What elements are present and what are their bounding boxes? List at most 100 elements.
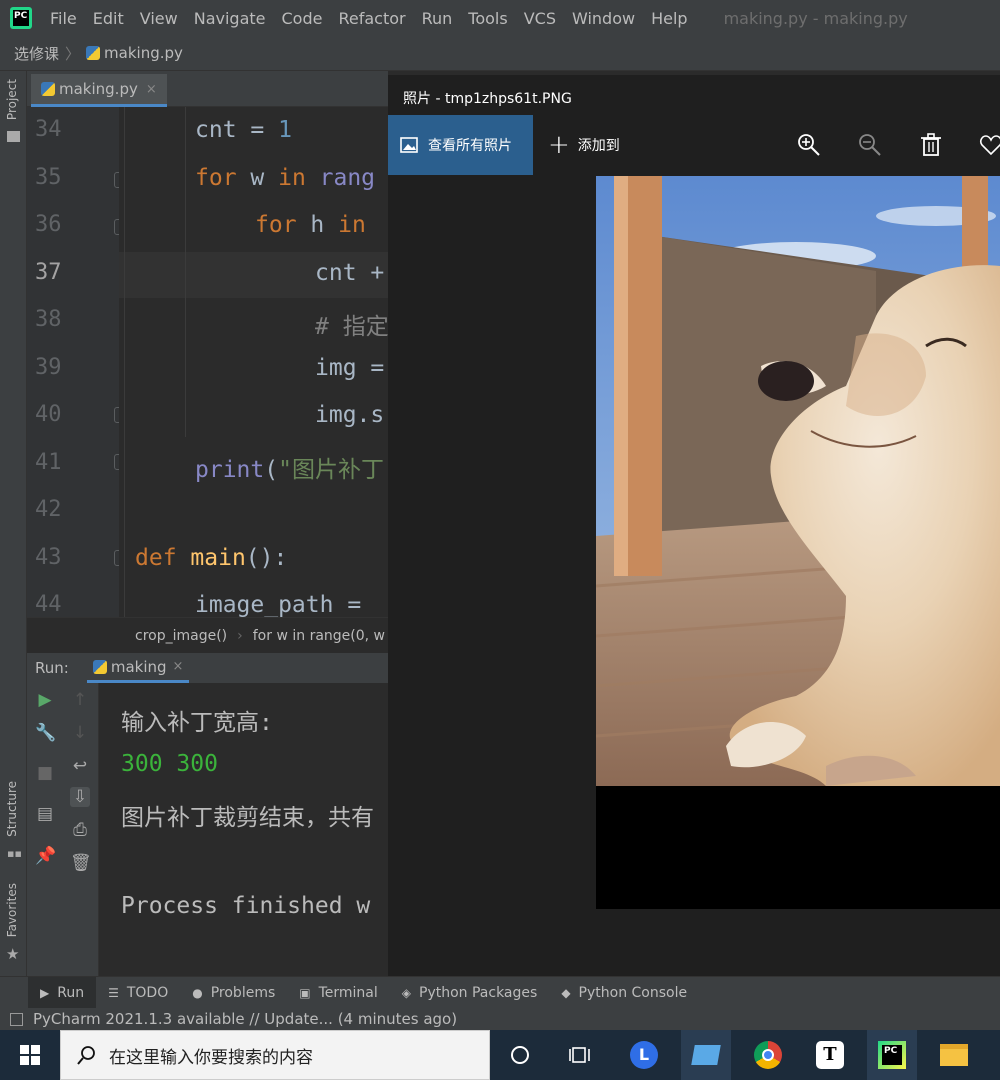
pin-icon[interactable]: 📌	[35, 846, 56, 866]
breadcrumb-function[interactable]: crop_image()	[135, 628, 227, 644]
console-input-line: 300 300	[121, 751, 218, 777]
cortana-icon[interactable]	[495, 1030, 545, 1080]
code-line-37: cnt +	[315, 260, 385, 286]
tool-todo-button[interactable]: ☰ TODO	[96, 977, 180, 1009]
menu-view[interactable]: View	[140, 9, 178, 28]
file-explorer-icon[interactable]	[929, 1030, 979, 1080]
menu-edit[interactable]: Edit	[93, 9, 124, 28]
computer-icon[interactable]	[681, 1030, 731, 1080]
wrench-icon[interactable]: 🔧	[35, 723, 56, 743]
tool-python-console-button[interactable]: ◆ Python Console	[549, 977, 699, 1009]
scroll-to-end-icon[interactable]: ⇩	[70, 787, 90, 807]
layout-icon[interactable]: ▤	[35, 804, 55, 824]
add-to-label: 添加到	[577, 138, 620, 154]
menu-window[interactable]: Window	[572, 9, 635, 28]
menu-refactor[interactable]: Refactor	[338, 9, 405, 28]
close-icon[interactable]: ×	[146, 82, 157, 97]
trash-icon[interactable]: 🗑	[70, 853, 92, 873]
pycharm-icon[interactable]: PC	[867, 1030, 917, 1080]
line-number: 38	[35, 307, 62, 332]
tool-problems-label: Problems	[210, 984, 276, 1001]
soft-wrap-icon[interactable]: ↩	[70, 756, 90, 776]
code-line-34: cnt = 1	[195, 117, 292, 143]
code-line-40: img.s	[315, 402, 385, 428]
zoom-in-icon[interactable]	[796, 133, 822, 159]
structure-icon: ▪▪	[7, 847, 22, 860]
toggle-tool-windows-icon[interactable]	[10, 1012, 23, 1026]
terminal-icon: ▣	[299, 985, 311, 1000]
task-view-icon[interactable]	[555, 1030, 605, 1080]
favorites-tool-button[interactable]: Favorites	[5, 883, 19, 937]
code-line-36: for h in	[255, 212, 366, 238]
l-app-icon[interactable]: L	[619, 1030, 669, 1080]
photos-title: 照片 - tmp1zhps61t.PNG	[403, 91, 572, 107]
menu-code[interactable]: Code	[282, 9, 323, 28]
line-number: 44	[35, 592, 62, 617]
menu-vcs[interactable]: VCS	[524, 9, 556, 28]
run-tab-making[interactable]: making ×	[86, 653, 190, 683]
close-icon[interactable]: ×	[173, 659, 184, 674]
tool-python-packages-button[interactable]: ◈ Python Packages	[390, 977, 550, 1009]
image-letterbox	[596, 786, 1000, 909]
update-status[interactable]: PyCharm 2021.1.3 available // Update... …	[33, 1010, 457, 1028]
print-icon[interactable]: ⎙	[70, 820, 90, 840]
line-number: 42	[35, 497, 62, 522]
code-editor[interactable]: cnt = 1 for w in rang for h in cnt + # 指…	[119, 107, 388, 617]
view-all-label: 查看所有照片	[428, 138, 512, 154]
folder-icon	[7, 131, 20, 142]
menu-tools[interactable]: Tools	[468, 9, 507, 28]
breadcrumb-project[interactable]: 选修课	[14, 43, 59, 64]
zoom-out-icon[interactable]	[857, 133, 883, 159]
code-line-43: def main():	[135, 545, 288, 571]
python-icon: ◆	[561, 985, 571, 1000]
tab-making-py[interactable]: making.py ×	[31, 74, 167, 107]
line-number: 34	[35, 117, 62, 142]
line-number: 40	[35, 402, 62, 427]
chrome-icon[interactable]	[743, 1030, 793, 1080]
breadcrumb-loop[interactable]: for w in range(0, w	[253, 628, 385, 644]
line-number-current: 37	[35, 260, 62, 285]
pycharm-logo-icon: PC	[10, 7, 32, 29]
line-number: 36	[35, 212, 62, 237]
tool-run-button[interactable]: ▶ Run	[28, 976, 97, 1009]
search-icon	[77, 1046, 95, 1065]
project-tool-button[interactable]: Project	[5, 79, 19, 120]
heart-icon[interactable]	[978, 133, 1000, 159]
menu-bar: PC File Edit View Navigate Code Refactor…	[0, 0, 1000, 36]
code-line-41: print("图片补丁	[195, 457, 384, 483]
add-to-button[interactable]: + 添加到	[548, 115, 620, 175]
run-label: Run:	[35, 659, 69, 677]
menu-run[interactable]: Run	[422, 9, 453, 28]
tool-problems-button[interactable]: ● Problems	[180, 977, 287, 1009]
typora-icon[interactable]: T	[805, 1030, 855, 1080]
menu-help[interactable]: Help	[651, 9, 687, 28]
arrow-down-icon[interactable]: ↓	[70, 723, 90, 743]
python-file-icon	[92, 659, 107, 674]
run-icon[interactable]: ▶	[35, 690, 55, 710]
taskbar-search-box[interactable]: 在这里输入你要搜索的内容	[60, 1030, 490, 1080]
tool-run-label: Run	[57, 984, 85, 1001]
search-placeholder: 在这里输入你要搜索的内容	[109, 1047, 313, 1068]
stop-icon[interactable]: ■	[35, 763, 55, 783]
windows-start-icon[interactable]	[0, 1030, 60, 1080]
arrow-up-icon[interactable]: ↑	[70, 690, 90, 710]
chevron-right-icon: ›	[237, 627, 243, 644]
line-number: 41	[35, 450, 62, 475]
left-tool-strip: Project Structure ▪▪ Favorites ★	[0, 71, 27, 976]
menu-file[interactable]: File	[50, 9, 77, 28]
run-console[interactable]: 输入补丁宽高: 300 300 图片补丁裁剪结束，共有 Process fini…	[99, 683, 388, 976]
editor-tabs: making.py ×	[27, 71, 388, 107]
delete-icon[interactable]	[918, 133, 944, 159]
code-breadcrumb: crop_image() › for w in range(0, w	[27, 617, 388, 653]
plus-icon: +	[548, 130, 570, 160]
chevron-right-icon: 〉	[65, 44, 81, 63]
menu-navigate[interactable]: Navigate	[194, 9, 266, 28]
view-all-photos-button[interactable]: 查看所有照片	[388, 115, 533, 175]
code-line-44: image_path =	[195, 592, 362, 617]
structure-tool-button[interactable]: Structure	[5, 781, 19, 837]
navigation-bar: 选修课 〉 making.py	[0, 36, 1000, 71]
tool-python-packages-label: Python Packages	[419, 984, 538, 1001]
tool-terminal-button[interactable]: ▣ Terminal	[287, 977, 390, 1009]
breadcrumb-file[interactable]: making.py	[104, 44, 183, 62]
console-line: Process finished w	[121, 893, 371, 919]
